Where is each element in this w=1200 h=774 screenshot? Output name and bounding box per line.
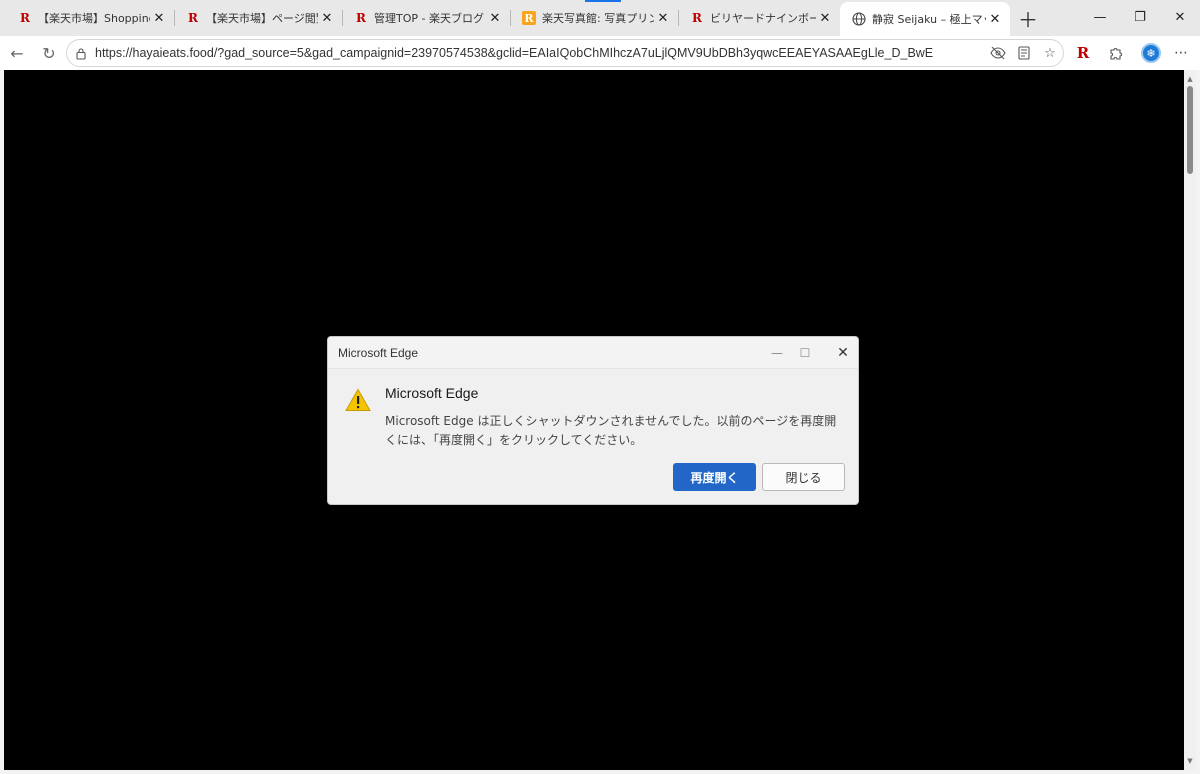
dialog-close-icon[interactable]: ✕ (830, 341, 856, 365)
dialog-window-title: Microsoft Edge (338, 346, 419, 360)
dialog-heading: Microsoft Edge (385, 385, 479, 401)
tab-rakuten-blog[interactable]: R 管理TOP - 楽天ブログ ✕ (342, 4, 511, 32)
reading-view-icon[interactable] (1011, 40, 1037, 66)
browser-window: R 【楽天市場】Shopping is E ✕ R 【楽天市場】ページ閲覧履歴 … (0, 0, 1200, 774)
tab-title: 【楽天市場】Shopping is E (38, 12, 150, 25)
globe-icon (852, 12, 866, 26)
tab-close-icon[interactable]: ✕ (986, 10, 1004, 28)
tab-close-icon[interactable]: ✕ (654, 9, 672, 27)
restore-pages-dialog: Microsoft Edge — ☐ ✕ Microsoft Edge Micr… (327, 336, 859, 505)
dialog-titlebar: Microsoft Edge — ☐ ✕ (328, 337, 858, 369)
minimize-button[interactable]: — (1080, 4, 1120, 30)
tab-billiards[interactable]: R ビリヤードナインボール｜ゲー ✕ (678, 4, 840, 32)
rakuten-r-icon: R (692, 11, 702, 25)
tab-close-icon[interactable]: ✕ (816, 9, 834, 27)
rakuten-r-icon: R (356, 11, 366, 25)
favorite-star-icon[interactable]: ☆ (1037, 40, 1063, 66)
dialog-message: Microsoft Edge は正しくシャットダウンされませんでした。以前のペー… (385, 414, 837, 447)
scroll-down-arrow-icon[interactable]: ▼ (1184, 754, 1196, 768)
rakuten-r-icon: R (20, 11, 30, 25)
tab-title: 楽天写真館: 写真プリント無 (542, 12, 654, 25)
close-button[interactable]: 閉じる (762, 463, 845, 491)
reopen-button[interactable]: 再度開く (673, 463, 756, 491)
tab-close-icon[interactable]: ✕ (486, 9, 504, 27)
tab-rakuten-history[interactable]: R 【楽天市場】ページ閲覧履歴 ✕ (174, 4, 343, 32)
site-info-icon[interactable] (67, 39, 95, 67)
tab-close-icon[interactable]: ✕ (150, 9, 168, 27)
vertical-scrollbar[interactable]: ▲ ▼ (1184, 70, 1196, 770)
dialog-maximize-icon[interactable]: ☐ (792, 341, 818, 365)
window-close-button[interactable]: ✕ (1160, 4, 1200, 30)
settings-more-icon[interactable]: ⋯ (1168, 40, 1194, 66)
back-button[interactable]: ← (4, 40, 30, 66)
address-bar[interactable]: https://hayaieats.food/?gad_source=5&gad… (66, 39, 1064, 67)
rakuten-r-icon: R (188, 11, 198, 25)
extensions-puzzle-icon[interactable] (1102, 40, 1128, 66)
restore-button[interactable]: ❐ (1120, 4, 1160, 30)
tab-rakuten-shopping[interactable]: R 【楽天市場】Shopping is E ✕ (6, 4, 175, 32)
loading-indicator (585, 0, 621, 2)
tab-title: 管理TOP - 楽天ブログ (374, 12, 484, 25)
tab-rakuten-photo[interactable]: R 楽天写真館: 写真プリント無 ✕ (510, 4, 679, 32)
dialog-minimize-icon[interactable]: — (764, 341, 790, 365)
scroll-up-arrow-icon[interactable]: ▲ (1184, 72, 1196, 86)
tab-title: ビリヤードナインボール｜ゲー (710, 12, 816, 25)
new-tab-button[interactable]: ＋ (1014, 6, 1042, 32)
url-text[interactable]: https://hayaieats.food/?gad_source=5&gad… (95, 46, 985, 60)
rakuten-extension-icon[interactable]: R (1070, 40, 1096, 66)
refresh-button[interactable]: ↻ (36, 40, 62, 66)
tab-strip: R 【楽天市場】Shopping is E ✕ R 【楽天市場】ページ閲覧履歴 … (0, 0, 1200, 36)
browser-toolbar: ← ↻ https://hayaieats.food/?gad_source=5… (0, 36, 1200, 70)
profile-icon: ❄ (1141, 43, 1161, 63)
tab-close-icon[interactable]: ✕ (318, 9, 336, 27)
scrollbar-thumb[interactable] (1187, 86, 1193, 174)
tracking-prevention-icon[interactable] (985, 40, 1011, 66)
rakuten-r-orange-icon: R (522, 11, 536, 25)
warning-icon (345, 388, 371, 412)
profile-avatar[interactable]: ❄ (1138, 40, 1164, 66)
tab-seijaku-active[interactable]: 静寂 Seijaku – 極上マッサ ✕ (840, 2, 1010, 36)
tab-title: 静寂 Seijaku – 極上マッサ (872, 13, 986, 26)
tab-title: 【楽天市場】ページ閲覧履歴 (206, 12, 318, 25)
